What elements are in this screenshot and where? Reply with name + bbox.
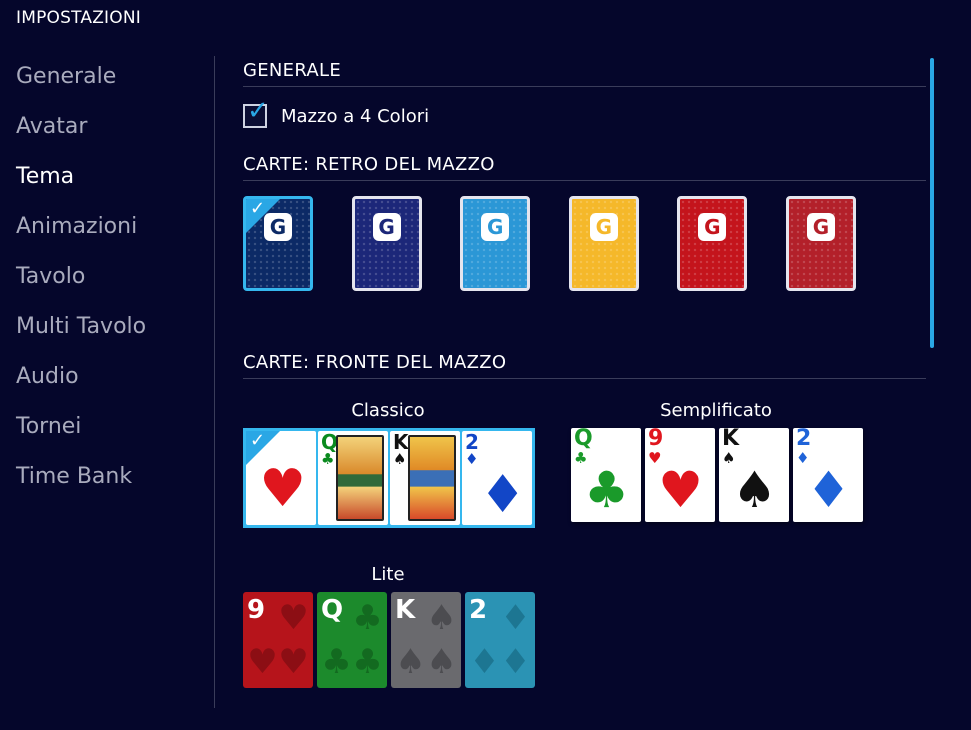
- checkmark-icon: ✓: [247, 96, 269, 126]
- court-card-portrait: [408, 435, 456, 521]
- sidebar-item-generale[interactable]: Generale: [16, 60, 206, 110]
- card-suit-icon: ♣: [321, 642, 352, 682]
- playing-card: 9 ♥ ♥: [645, 428, 715, 522]
- card-suit-icon: ♦: [806, 461, 851, 519]
- playing-card: ♥♥♥♥9: [243, 592, 313, 688]
- card-suit-icon: ♣: [584, 461, 629, 519]
- brand-logo-icon: G: [372, 213, 401, 241]
- sidebar-item-avatar[interactable]: Avatar: [16, 110, 206, 160]
- card-rank: K: [395, 595, 416, 625]
- card-suit-icon: ♣: [352, 598, 383, 638]
- playing-card: K ♠ ♠: [719, 428, 789, 522]
- playing-card: Q ♣: [318, 431, 388, 525]
- card-suit-icon: ♠: [393, 450, 407, 468]
- four-color-deck-label: Mazzo a 4 Colori: [281, 105, 430, 127]
- section-card-back-heading: CARTE: RETRO DEL MAZZO: [243, 154, 926, 181]
- brand-logo-icon: G: [481, 213, 510, 241]
- section-generale-heading: GENERALE: [243, 60, 926, 87]
- brand-logo-icon: G: [589, 213, 618, 241]
- card-suit-icon: ♥: [658, 461, 703, 519]
- playing-card: 2 ♦ ♦: [793, 428, 863, 522]
- sidebar-item-multi-tavolo[interactable]: Multi Tavolo: [16, 310, 206, 360]
- sidebar-item-tornei[interactable]: Tornei: [16, 410, 206, 460]
- card-suit-icon: ♠: [732, 461, 777, 519]
- card-suit-icon: ♥: [278, 642, 309, 682]
- card-rank: 9: [648, 428, 664, 451]
- card-back-option[interactable]: G ✓: [243, 196, 313, 291]
- card-rank: 2: [469, 595, 488, 625]
- page-title: IMPOSTAZIONI: [16, 8, 141, 28]
- playing-card: K ♠: [390, 431, 460, 525]
- checkmark-icon: ✓: [250, 198, 266, 219]
- court-card-portrait: [336, 435, 384, 521]
- card-suit-icon: ♠: [426, 642, 457, 682]
- card-back-option[interactable]: G: [786, 196, 856, 291]
- four-color-deck-checkbox[interactable]: ✓: [243, 98, 269, 128]
- card-suit-icon: ♠: [426, 598, 457, 638]
- card-suit-icon: ♦: [469, 642, 500, 682]
- sidebar-item-animazioni[interactable]: Animazioni: [16, 210, 206, 260]
- card-suit-icon: ♣: [352, 642, 383, 682]
- card-suit-icon: ♥: [278, 598, 309, 638]
- scrollbar[interactable]: [930, 58, 934, 348]
- card-rank: Q: [574, 428, 593, 451]
- brand-logo-icon: G: [807, 213, 835, 241]
- deck-classico-label: Classico: [351, 400, 425, 421]
- playing-card: ♠♠♠♠K: [391, 592, 461, 688]
- four-color-deck-option[interactable]: ✓ Mazzo a 4 Colori: [243, 98, 430, 128]
- card-rank: 2: [796, 428, 812, 451]
- card-back-option[interactable]: G: [677, 196, 748, 291]
- deck-semplificato-label: Semplificato: [660, 400, 772, 421]
- checkmark-icon: ✓: [250, 430, 266, 451]
- card-suit-icon: ♥: [247, 642, 278, 682]
- section-card-front-heading: CARTE: FRONTE DEL MAZZO: [243, 352, 926, 379]
- card-suit-icon: ♣: [321, 450, 335, 468]
- deck-classico-option[interactable]: ♥ Q ♣ K ♠ 2 ♦ ♦ ✓: [243, 428, 535, 528]
- card-rank: K: [722, 428, 740, 451]
- card-back-option[interactable]: G: [351, 196, 422, 291]
- card-suit-icon: ♦: [479, 465, 526, 525]
- settings-sidebar: Generale Avatar Tema Animazioni Tavolo Multi …: [16, 60, 206, 510]
- card-suit-icon: ♦: [500, 598, 531, 638]
- playing-card: ♦♦♦♦2: [465, 592, 535, 688]
- deck-lite-option[interactable]: ♥♥♥♥9♣♣♣♣Q♠♠♠♠K♦♦♦♦2: [243, 592, 535, 688]
- brand-logo-icon: G: [698, 213, 727, 241]
- playing-card: 2 ♦ ♦: [462, 431, 532, 525]
- card-suit-icon: ♠: [395, 642, 426, 682]
- sidebar-item-tema[interactable]: Tema: [16, 160, 206, 210]
- card-back-option[interactable]: G: [568, 196, 639, 291]
- playing-card: ♣♣♣♣Q: [317, 592, 387, 688]
- sidebar-item-audio[interactable]: Audio: [16, 360, 206, 410]
- card-rank: 9: [247, 595, 266, 625]
- card-suit-icon: ♦: [500, 642, 531, 682]
- deck-semplificato-option[interactable]: Q ♣ ♣ 9 ♥ ♥ K ♠ ♠ 2 ♦ ♦: [571, 428, 863, 522]
- card-suit-icon: ♦: [465, 450, 479, 468]
- playing-card: Q ♣ ♣: [571, 428, 641, 522]
- card-suit-icon: ♥: [259, 459, 306, 519]
- card-back-option[interactable]: G: [460, 196, 531, 291]
- deck-lite-label: Lite: [371, 564, 405, 585]
- sidebar-item-tavolo[interactable]: Tavolo: [16, 260, 206, 310]
- card-rank: Q: [321, 595, 344, 625]
- sidebar-item-time-bank[interactable]: Time Bank: [16, 460, 206, 510]
- sidebar-divider: [214, 56, 215, 708]
